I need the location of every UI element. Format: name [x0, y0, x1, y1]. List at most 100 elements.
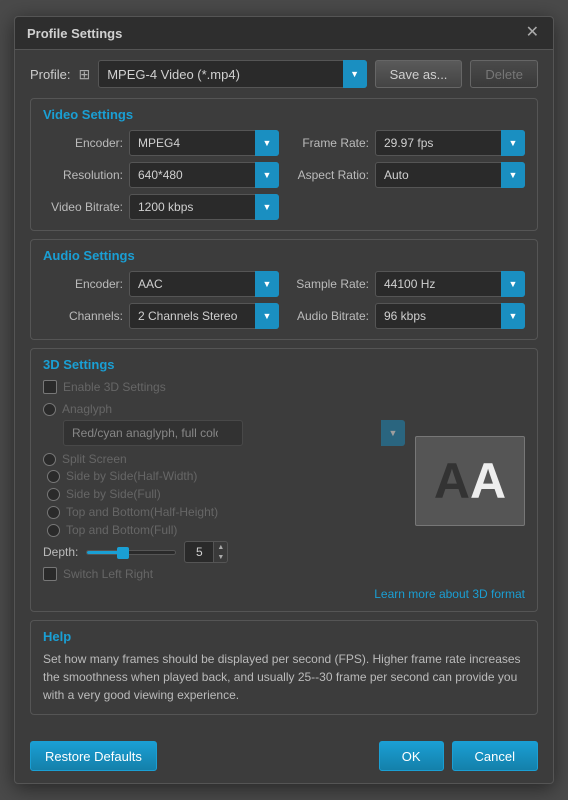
depth-value-group: 5 ▲ ▼ — [184, 541, 228, 563]
sample-rate-select-wrap: 44100 Hz — [375, 271, 525, 297]
3d-layout: Enable 3D Settings Anaglyph Red/cyan ana… — [43, 380, 525, 581]
channels-label: Channels: — [43, 309, 123, 323]
split-screen-label: Split Screen — [62, 452, 127, 466]
help-title: Help — [43, 629, 525, 644]
encoder-row: Encoder: MPEG4 — [43, 130, 279, 156]
top-bottom-full-label: Top and Bottom(Full) — [66, 523, 177, 537]
audio-settings-grid: Encoder: AAC Sample Rate: 44100 Hz — [43, 271, 525, 329]
profile-icon: ⊞ — [78, 66, 90, 83]
switch-left-right-checkbox[interactable] — [43, 567, 57, 581]
enable-3d-row: Enable 3D Settings — [43, 380, 405, 394]
split-screen-radio[interactable] — [43, 453, 56, 466]
delete-button[interactable]: Delete — [470, 60, 538, 88]
audio-bitrate-label: Audio Bitrate: — [289, 309, 369, 323]
depth-arrows: ▲ ▼ — [214, 541, 228, 563]
aa-left-char: A — [434, 452, 470, 510]
audio-encoder-select[interactable]: AAC — [129, 271, 279, 297]
anaglyph-select-arrow — [381, 420, 405, 446]
top-bottom-half-radio[interactable] — [47, 506, 60, 519]
learn-more-link[interactable]: Learn more about 3D format — [43, 587, 525, 601]
depth-row: Depth: 5 ▲ ▼ — [43, 541, 405, 563]
anaglyph-radio[interactable] — [43, 403, 56, 416]
video-bitrate-row: Video Bitrate: 1200 kbps — [43, 194, 279, 220]
aa-right-char: A — [470, 452, 506, 510]
frame-rate-row: Frame Rate: 29.97 fps — [289, 130, 525, 156]
switch-left-right-row: Switch Left Right — [43, 567, 405, 581]
anaglyph-select-wrap: Red/cyan anaglyph, full color — [63, 420, 405, 446]
resolution-select-wrap: 640*480 — [129, 162, 279, 188]
video-bitrate-select-wrap: 1200 kbps — [129, 194, 279, 220]
aspect-ratio-row: Aspect Ratio: Auto — [289, 162, 525, 188]
depth-value: 5 — [184, 541, 214, 563]
frame-rate-label: Frame Rate: — [289, 136, 369, 150]
aspect-ratio-label: Aspect Ratio: — [289, 168, 369, 182]
help-text: Set how many frames should be displayed … — [43, 650, 525, 704]
audio-bitrate-select[interactable]: 96 kbps — [375, 303, 525, 329]
audio-encoder-label: Encoder: — [43, 277, 123, 291]
enable-3d-checkbox[interactable] — [43, 380, 57, 394]
channels-select-wrap: 2 Channels Stereo — [129, 303, 279, 329]
side-by-side-half-label: Side by Side(Half-Width) — [66, 469, 197, 483]
audio-settings-section: Audio Settings Encoder: AAC Sample Rate: — [30, 239, 538, 340]
top-bottom-full-row: Top and Bottom(Full) — [47, 523, 405, 537]
3d-settings-title: 3D Settings — [43, 357, 525, 372]
video-bitrate-label: Video Bitrate: — [43, 200, 123, 214]
encoder-label: Encoder: — [43, 136, 123, 150]
footer-right: OK Cancel — [379, 741, 538, 771]
frame-rate-select[interactable]: 29.97 fps — [375, 130, 525, 156]
depth-slider[interactable] — [86, 550, 176, 555]
profile-select[interactable]: MPEG-4 Video (*.mp4) — [98, 60, 366, 88]
encoder-select-wrap: MPEG4 — [129, 130, 279, 156]
split-screen-options: Side by Side(Half-Width) Side by Side(Fu… — [47, 469, 405, 537]
3d-left-panel: Enable 3D Settings Anaglyph Red/cyan ana… — [43, 380, 405, 581]
resolution-select[interactable]: 640*480 — [129, 162, 279, 188]
channels-row: Channels: 2 Channels Stereo — [43, 303, 279, 329]
resolution-row: Resolution: 640*480 — [43, 162, 279, 188]
video-bitrate-select[interactable]: 1200 kbps — [129, 194, 279, 220]
aspect-ratio-select[interactable]: Auto — [375, 162, 525, 188]
save-as-button[interactable]: Save as... — [375, 60, 463, 88]
side-by-side-half-radio[interactable] — [47, 470, 60, 483]
anaglyph-select[interactable]: Red/cyan anaglyph, full color — [63, 420, 243, 446]
audio-encoder-row: Encoder: AAC — [43, 271, 279, 297]
switch-left-right-label: Switch Left Right — [63, 567, 153, 581]
dialog-body: Profile: ⊞ MPEG-4 Video (*.mp4) Save as.… — [15, 50, 553, 733]
frame-rate-select-wrap: 29.97 fps — [375, 130, 525, 156]
profile-select-wrap: MPEG-4 Video (*.mp4) — [98, 60, 366, 88]
audio-bitrate-row: Audio Bitrate: 96 kbps — [289, 303, 525, 329]
video-settings-title: Video Settings — [43, 107, 525, 122]
side-by-side-full-radio[interactable] — [47, 488, 60, 501]
sample-rate-label: Sample Rate: — [289, 277, 369, 291]
ok-button[interactable]: OK — [379, 741, 444, 771]
side-by-side-full-label: Side by Side(Full) — [66, 487, 161, 501]
top-bottom-full-radio[interactable] — [47, 524, 60, 537]
sample-rate-row: Sample Rate: 44100 Hz — [289, 271, 525, 297]
audio-bitrate-select-wrap: 96 kbps — [375, 303, 525, 329]
sample-rate-select[interactable]: 44100 Hz — [375, 271, 525, 297]
audio-encoder-select-wrap: AAC — [129, 271, 279, 297]
depth-down-button[interactable]: ▼ — [214, 552, 227, 562]
aspect-ratio-select-wrap: Auto — [375, 162, 525, 188]
top-bottom-half-row: Top and Bottom(Half-Height) — [47, 505, 405, 519]
footer: Restore Defaults OK Cancel — [15, 733, 553, 783]
cancel-button[interactable]: Cancel — [452, 741, 538, 771]
encoder-select[interactable]: MPEG4 — [129, 130, 279, 156]
enable-3d-label: Enable 3D Settings — [63, 380, 166, 394]
resolution-label: Resolution: — [43, 168, 123, 182]
channels-select[interactable]: 2 Channels Stereo — [129, 303, 279, 329]
restore-defaults-button[interactable]: Restore Defaults — [30, 741, 157, 771]
profile-row: Profile: ⊞ MPEG-4 Video (*.mp4) Save as.… — [30, 60, 538, 88]
profile-settings-dialog: Profile Settings ✕ Profile: ⊞ MPEG-4 Vid… — [14, 16, 554, 784]
top-bottom-half-label: Top and Bottom(Half-Height) — [66, 505, 218, 519]
anaglyph-row: Anaglyph — [43, 402, 405, 416]
side-by-side-full-row: Side by Side(Full) — [47, 487, 405, 501]
aa-text: A A — [434, 452, 506, 510]
depth-up-button[interactable]: ▲ — [214, 542, 227, 552]
profile-label: Profile: — [30, 67, 70, 82]
aa-preview: A A — [415, 436, 525, 526]
video-settings-grid: Encoder: MPEG4 Frame Rate: 29.97 fps — [43, 130, 525, 220]
side-by-side-half-row: Side by Side(Half-Width) — [47, 469, 405, 483]
3d-right-panel: A A — [415, 380, 525, 581]
split-screen-row: Split Screen — [43, 452, 405, 466]
close-button[interactable]: ✕ — [524, 25, 541, 41]
